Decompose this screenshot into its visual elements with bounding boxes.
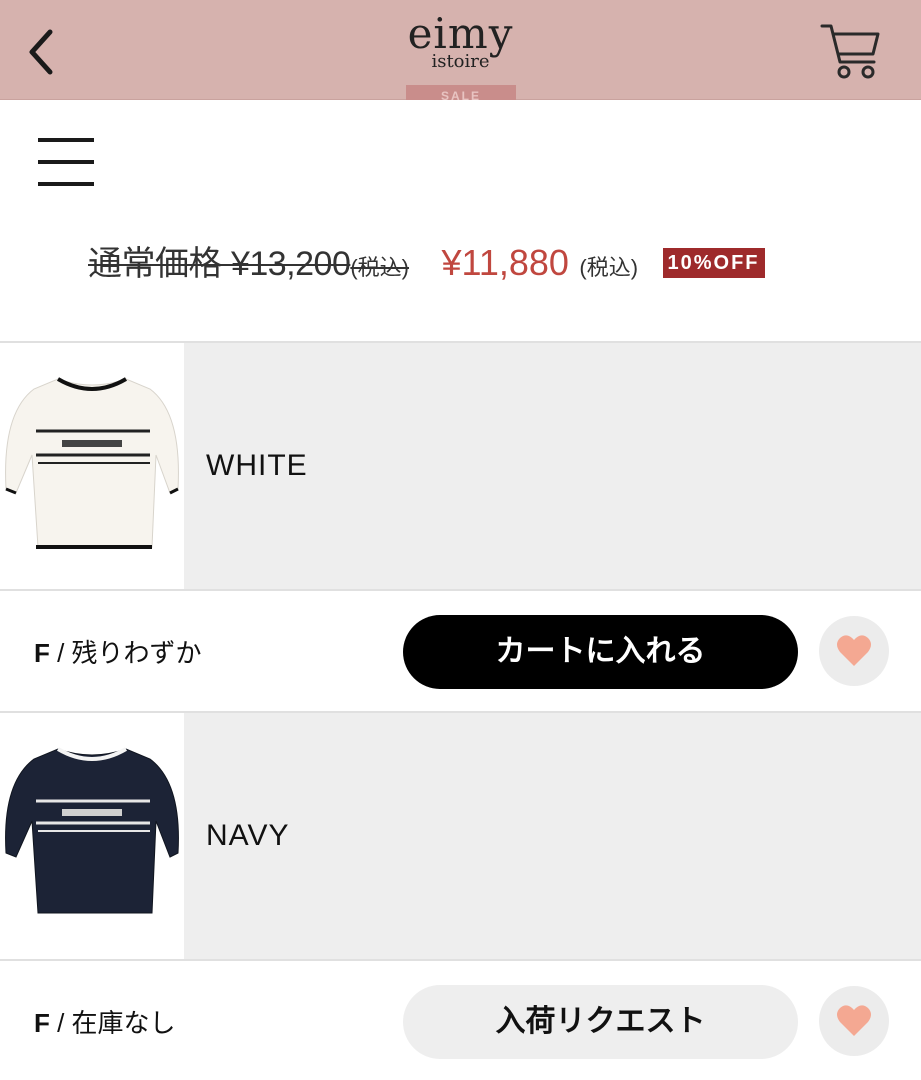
favorite-button[interactable]	[819, 986, 889, 1056]
regular-price: 通常価格 ¥13,200	[88, 245, 351, 283]
heart-icon	[837, 1005, 871, 1036]
variant-color-label: WHITE	[206, 449, 308, 482]
stock-status: / 残りわずか	[49, 638, 202, 668]
size-code: F	[34, 1008, 50, 1038]
size-stock-label: F / 在庫なし	[34, 1003, 176, 1040]
header-bar: eimy istoire SALE	[0, 0, 921, 100]
size-row-navy: F / 在庫なし 入荷リクエスト	[0, 961, 921, 1080]
hamburger-menu-button[interactable]	[38, 138, 94, 188]
product-thumbnail-navy[interactable]	[0, 713, 184, 959]
sale-price-tax: (税込)	[579, 255, 639, 280]
white-knit-top-image	[5, 377, 179, 549]
heart-icon	[837, 635, 871, 666]
brand-logo-main: eimy	[407, 9, 514, 58]
size-stock-label: F / 残りわずか	[34, 633, 202, 670]
navy-knit-top-image	[5, 747, 179, 914]
product-thumbnail-white[interactable]	[0, 343, 184, 589]
hamburger-icon	[38, 138, 94, 142]
cart-icon	[820, 24, 880, 79]
discount-badge: 10%OFF	[662, 248, 765, 278]
sale-price: ¥11,880	[441, 242, 569, 283]
price-row: 通常価格 ¥13,200(税込) ¥11,880 (税込) 10%OFF	[88, 236, 765, 286]
size-row-white: F / 残りわずか カートに入れる	[0, 591, 921, 711]
hamburger-line	[38, 182, 94, 186]
variant-row-navy[interactable]: NAVY	[0, 713, 921, 959]
cart-button[interactable]	[820, 22, 882, 82]
sale-tag: SALE	[406, 85, 516, 100]
brand-logo-sub: istoire	[431, 51, 490, 72]
add-to-cart-button[interactable]: カートに入れる	[403, 615, 798, 689]
brand-logo[interactable]: eimy istoire	[0, 9, 921, 72]
favorite-button[interactable]	[819, 616, 889, 686]
variant-panel-navy[interactable]	[184, 713, 921, 959]
restock-request-button[interactable]: 入荷リクエスト	[403, 985, 798, 1059]
variant-row-white[interactable]: WHITE	[0, 343, 921, 589]
stock-status: / 在庫なし	[49, 1008, 176, 1038]
variant-color-label: NAVY	[206, 819, 290, 852]
hamburger-line	[38, 160, 94, 164]
size-code: F	[34, 638, 50, 668]
regular-price-tax: (税込)	[350, 255, 410, 280]
